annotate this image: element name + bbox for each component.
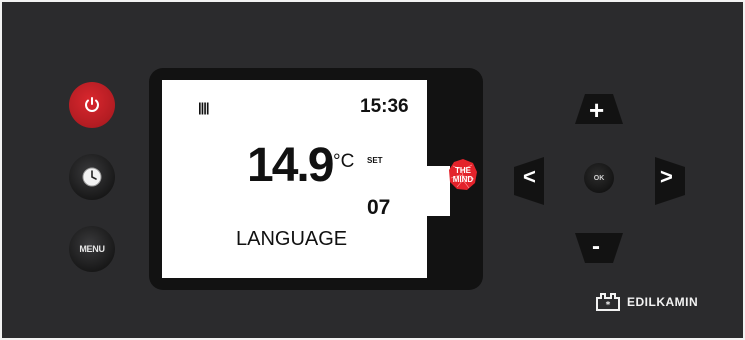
temperature-unit: °C [333,151,355,172]
menu-item-language: LANGUAGE [236,228,348,250]
power-button[interactable] [69,82,115,128]
edilkamin-logo-icon: * [596,293,620,311]
ok-button[interactable]: OK [584,163,614,193]
brand-logo: * EDILKAMIN [595,292,698,312]
left-symbol: < [523,164,536,189]
menu-button[interactable]: MENU [69,226,115,272]
time-readout: 15:36 [360,96,409,117]
temperature-readout: 14.9 [247,139,334,192]
set-value: 07 [367,196,391,219]
clock-button[interactable] [69,154,115,200]
right-symbol: > [660,164,673,189]
clock-icon [82,167,102,187]
the-mind-badge: THE MIND [448,158,478,192]
set-label: SET [367,156,383,165]
badge-line1: THE [455,166,471,175]
minus-symbol: - [592,233,600,260]
power-icon [85,97,99,112]
plus-symbol: + [589,95,605,125]
badge-line2: MIND [452,175,474,184]
svg-text:*: * [606,301,611,311]
brand-name: EDILKAMIN [627,295,699,309]
ok-label: OK [593,174,605,182]
menu-button-label: MENU [79,244,105,254]
bars-icon: |||| [198,100,210,115]
